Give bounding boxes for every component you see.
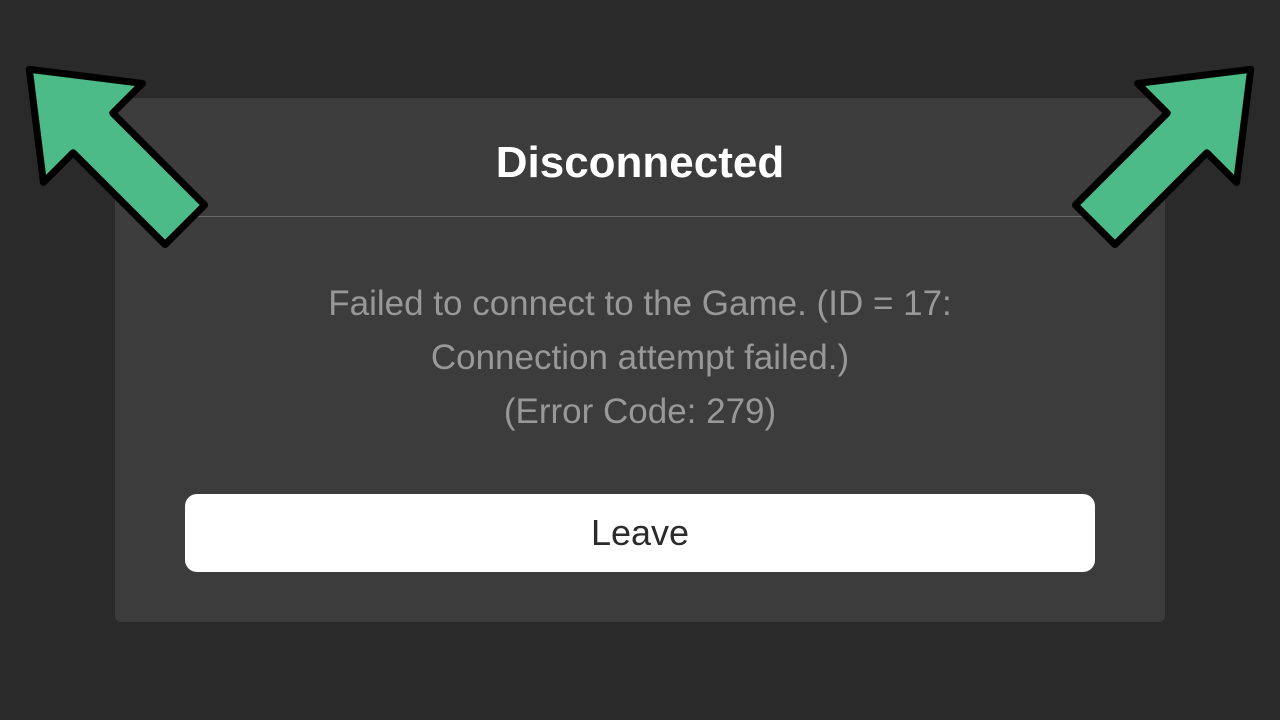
annotation-arrow-right-icon [1070,20,1280,285]
message-line: Failed to connect to the Game. (ID = 17: [185,277,1095,331]
annotation-arrow-left-icon [0,20,210,285]
dialog-divider [185,216,1095,217]
message-line: Connection attempt failed.) [185,331,1095,385]
message-line: (Error Code: 279) [185,385,1095,439]
leave-button[interactable]: Leave [185,494,1095,572]
dialog-message: Failed to connect to the Game. (ID = 17:… [185,277,1095,440]
dialog-title: Disconnected [185,138,1095,188]
disconnected-dialog: Disconnected Failed to connect to the Ga… [115,98,1165,623]
